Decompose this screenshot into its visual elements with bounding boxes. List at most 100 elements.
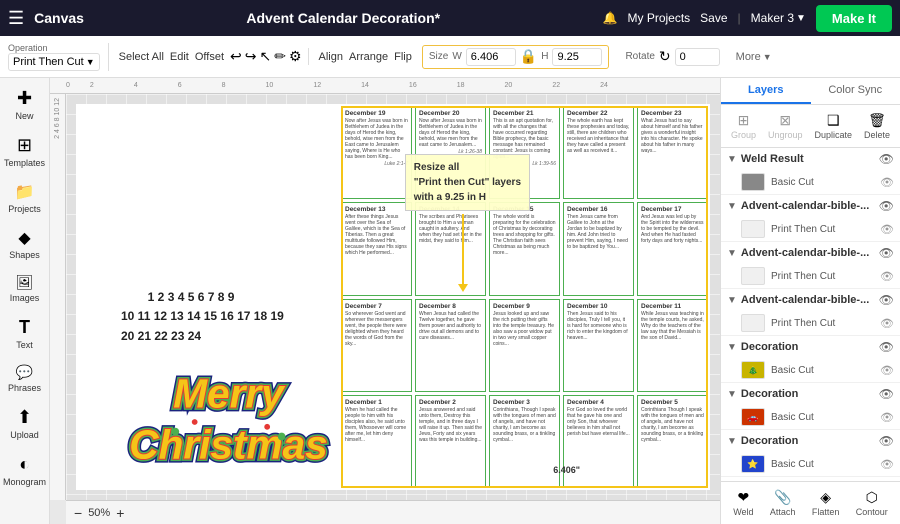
zoom-in-button[interactable]: + xyxy=(116,505,124,521)
tab-layers[interactable]: Layers xyxy=(721,78,811,104)
ungroup-button[interactable]: ⊠ Ungroup xyxy=(763,109,808,143)
sidebar-item-monogram[interactable]: ◐ Monogram xyxy=(3,448,47,493)
calendar-page-15[interactable]: December 15 The whole world is preparing… xyxy=(489,202,560,295)
layer-group-advent3-header[interactable]: ▼ Advent-calendar-bible-... 👁 xyxy=(721,289,900,311)
layer-group-advent2-header[interactable]: ▼ Advent-calendar-bible-... 👁 xyxy=(721,242,900,264)
calendar-page-19[interactable]: December 19 Now after Jesus was born in … xyxy=(341,106,412,199)
advent1-eye-icon[interactable]: 👁 xyxy=(879,199,894,213)
pen-icon-button[interactable]: ✏ xyxy=(274,48,286,65)
calendar-page-3[interactable]: December 3 Corinthians, Though I speak w… xyxy=(489,395,560,488)
left-sidebar: ✚ New ⊞ Templates 📁 Projects ◆ Shapes 🖼 … xyxy=(0,78,50,524)
canvas-area[interactable]: 0 2 4 6 8 10 12 14 16 18 20 22 24 2 4 6 … xyxy=(50,78,720,524)
calendar-page-14[interactable]: December 14 The scribes and Pharisees br… xyxy=(415,202,486,295)
my-projects-button[interactable]: My Projects xyxy=(627,11,690,25)
height-input[interactable] xyxy=(552,48,602,66)
layer-group-advent1-header[interactable]: ▼ Advent-calendar-bible-... 👁 xyxy=(721,195,900,217)
delete-button[interactable]: 🗑 Delete xyxy=(859,109,895,143)
decoration3-eye-icon[interactable]: 👁 xyxy=(879,434,894,448)
operation-dropdown[interactable]: Print Then Cut ▼ xyxy=(8,53,100,71)
menu-icon[interactable]: ☰ xyxy=(8,8,24,29)
arrange-button[interactable]: Arrange xyxy=(349,51,388,63)
layer-item-weld-basic[interactable]: Basic Cut 👁 xyxy=(721,170,900,194)
calendar-page-22[interactable]: December 22 The whole earth has kept the… xyxy=(563,106,634,199)
advent3-layer-eye-icon[interactable]: 👁 xyxy=(880,317,894,330)
select-all-button[interactable]: Select All xyxy=(119,51,164,63)
layer-group-decoration2-header[interactable]: ▼ Decoration 👁 xyxy=(721,383,900,405)
weld-tool-button[interactable]: ❤ Weld xyxy=(728,486,758,520)
bell-icon[interactable]: 🔔 xyxy=(603,11,618,25)
maker-button[interactable]: Maker 3 ▼ xyxy=(751,11,806,25)
layer-item-decoration3[interactable]: ⭐ Basic Cut 👁 xyxy=(721,452,900,476)
advent1-layer-eye-icon[interactable]: 👁 xyxy=(880,223,894,236)
sidebar-item-text[interactable]: T Text xyxy=(3,311,47,356)
calendar-page-2[interactable]: December 2 Jesus answered and said unto … xyxy=(415,395,486,488)
calendar-page-16[interactable]: December 16 Then Jesus came from Galilee… xyxy=(563,202,634,295)
attach-tool-button[interactable]: 📎 Attach xyxy=(765,486,801,520)
advent3-eye-icon[interactable]: 👁 xyxy=(879,293,894,307)
layer-item-decoration2[interactable]: 🚗 Basic Cut 👁 xyxy=(721,405,900,429)
sidebar-item-shapes[interactable]: ◆ Shapes xyxy=(3,222,47,266)
make-it-button[interactable]: Make It xyxy=(816,5,892,32)
layer-group-decoration1-header[interactable]: ▼ Decoration 👁 xyxy=(721,336,900,358)
settings-icon-button[interactable]: ⚙ xyxy=(289,48,302,65)
calendar-page-8[interactable]: December 8 When Jesus had called the Twe… xyxy=(415,299,486,392)
calendar-page-7[interactable]: December 7 So wherever God went and wher… xyxy=(341,299,412,392)
weld-tool-icon: ❤ xyxy=(737,489,749,506)
advent3-thumb xyxy=(741,314,765,332)
layer-item-advent3[interactable]: Print Then Cut 👁 xyxy=(721,311,900,335)
calendar-page-1[interactable]: December 1 When he had called the people… xyxy=(341,395,412,488)
more-button[interactable]: More ▼ xyxy=(736,51,772,63)
tab-color-sync[interactable]: Color Sync xyxy=(811,78,900,104)
sidebar-item-new[interactable]: ✚ New xyxy=(3,82,47,127)
weld-eye-icon[interactable]: 👁 xyxy=(879,152,894,166)
sidebar-item-images[interactable]: 🖼 Images xyxy=(3,268,47,309)
align-button[interactable]: Align xyxy=(319,51,343,63)
calendar-page-17[interactable]: December 17 And Jesus was led up by the … xyxy=(637,202,708,295)
canvas-content[interactable]: 1 2 3 4 5 6 7 8 9 10 11 12 13 14 15 16 1… xyxy=(66,94,720,500)
sidebar-item-templates[interactable]: ⊞ Templates xyxy=(3,129,47,174)
ungroup-label: Ungroup xyxy=(768,130,803,140)
decoration1-layer-eye-icon[interactable]: 👁 xyxy=(880,364,894,377)
flatten-tool-label: Flatten xyxy=(812,507,840,517)
christmas-element[interactable]: Merry Christmas Merry Christmas Merry Ch… xyxy=(116,335,341,480)
duplicate-button[interactable]: ❑ Duplicate xyxy=(809,109,857,143)
sidebar-item-upload[interactable]: ⬆ Upload xyxy=(3,401,47,446)
flatten-tool-button[interactable]: ◈ Flatten xyxy=(807,486,845,520)
layer-group-weld-header[interactable]: ▼ Weld Result 👁 xyxy=(721,148,900,170)
save-button[interactable]: Save xyxy=(700,11,727,25)
layer-item-advent2[interactable]: Print Then Cut 👁 xyxy=(721,264,900,288)
decoration2-group-name: Decoration xyxy=(741,388,875,400)
edit-button[interactable]: Edit xyxy=(170,51,189,63)
redo-button[interactable]: ↪ xyxy=(245,48,257,65)
decoration2-layer-eye-icon[interactable]: 👁 xyxy=(880,411,894,424)
select-icon-button[interactable]: ↖ xyxy=(260,48,272,65)
calendar-page-13[interactable]: December 13 After these things Jesus wen… xyxy=(341,202,412,295)
layer-item-advent1[interactable]: Print Then Cut 👁 xyxy=(721,217,900,241)
decoration2-layer-name: Basic Cut xyxy=(771,412,874,423)
calendar-page-23[interactable]: December 23 What Jesus had to say about … xyxy=(637,106,708,199)
calendar-page-11[interactable]: December 11 While Jesus was teaching in … xyxy=(637,299,708,392)
decoration2-eye-icon[interactable]: 👁 xyxy=(879,387,894,401)
offset-button[interactable]: Offset xyxy=(195,51,224,63)
calendar-page-5[interactable]: December 5 Corinthians Though I speak wi… xyxy=(637,395,708,488)
calendar-page-9[interactable]: December 9 Jesus looked up and saw the r… xyxy=(489,299,560,392)
decoration1-eye-icon[interactable]: 👁 xyxy=(879,340,894,354)
rotate-input[interactable] xyxy=(675,48,720,66)
layer-group-decoration3-header[interactable]: ▼ Decoration 👁 xyxy=(721,430,900,452)
layer-item-decoration1[interactable]: 🎄 Basic Cut 👁 xyxy=(721,358,900,382)
contour-tool-button[interactable]: ⬡ Contour xyxy=(851,486,893,520)
advent2-eye-icon[interactable]: 👁 xyxy=(879,246,894,260)
lock-icon[interactable]: 🔒 xyxy=(520,48,537,65)
width-input[interactable] xyxy=(466,48,516,66)
calendar-page-10[interactable]: December 10 Then Jesus said to his disci… xyxy=(563,299,634,392)
decoration3-layer-eye-icon[interactable]: 👁 xyxy=(880,458,894,471)
group-button[interactable]: ⊞ Group xyxy=(726,109,761,143)
flip-button[interactable]: Flip xyxy=(394,51,412,63)
group-label: Group xyxy=(731,130,756,140)
zoom-out-button[interactable]: − xyxy=(74,505,82,521)
sidebar-item-projects[interactable]: 📁 Projects xyxy=(3,176,47,220)
sidebar-item-phrases[interactable]: 💬 Phrases xyxy=(3,358,47,399)
advent2-layer-eye-icon[interactable]: 👁 xyxy=(880,270,894,283)
weld-layer-eye-icon[interactable]: 👁 xyxy=(880,176,894,189)
undo-button[interactable]: ↩ xyxy=(230,48,242,65)
